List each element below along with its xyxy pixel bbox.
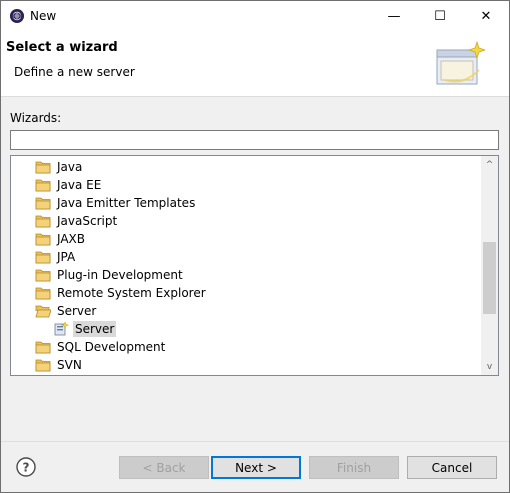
tree-item-category[interactable]: Java Emitter Templates (35, 194, 197, 212)
tree-item-category[interactable]: Java (35, 158, 84, 176)
tree-item-category[interactable]: Java EE (35, 176, 103, 194)
minimize-button[interactable]: — (371, 1, 417, 32)
svg-text:?: ? (23, 461, 30, 475)
page-description: Define a new server (14, 65, 135, 79)
tree-item-label: Java Emitter Templates (57, 196, 196, 210)
folder-icon (35, 268, 51, 282)
tree-item-server-wizard[interactable]: Server (53, 320, 117, 338)
cancel-button[interactable]: Cancel (407, 456, 497, 479)
tree-item-label: Java (57, 160, 83, 174)
back-button[interactable]: < Back (119, 456, 209, 479)
tree-item-label: JavaScript (57, 214, 118, 228)
folder-icon (35, 178, 51, 192)
tree-item-label: SVN (57, 358, 82, 372)
title-bar: New — ☐ ✕ (1, 1, 509, 32)
server-wizard-icon (53, 321, 70, 336)
tree-item-label: JPA (57, 250, 76, 264)
tree-item-label: Remote System Explorer (57, 286, 206, 300)
folder-icon (35, 286, 51, 300)
help-icon[interactable]: ? (16, 457, 36, 477)
next-button[interactable]: Next > (211, 456, 301, 479)
tree-item-label: Plug-in Development (57, 268, 183, 282)
folder-icon (35, 250, 51, 264)
finish-button[interactable]: Finish (309, 456, 399, 479)
tree-item-category[interactable]: JPA (35, 248, 77, 266)
folder-open-icon (35, 304, 52, 318)
scroll-down-button[interactable]: v (481, 358, 498, 375)
tree-item-category[interactable]: SQL Development (35, 338, 167, 356)
dialog-window: New — ☐ ✕ Select a wizard Define a new s… (0, 0, 510, 493)
folder-icon (35, 340, 51, 354)
vertical-scrollbar[interactable]: ^ v (481, 156, 498, 375)
eclipse-icon (10, 9, 24, 23)
wizard-filter-input[interactable] (10, 130, 499, 150)
chevron-down-icon: v (486, 361, 493, 372)
chevron-up-icon: ^ (485, 159, 494, 170)
footer-separator (1, 441, 509, 442)
folder-icon (35, 358, 51, 372)
scroll-thumb[interactable] (483, 242, 496, 314)
tree-item-label: Server (57, 304, 97, 318)
scroll-up-button[interactable]: ^ (481, 156, 498, 173)
folder-icon (35, 160, 51, 174)
tree-item-category[interactable]: SVN (35, 356, 84, 374)
close-button[interactable]: ✕ (463, 1, 509, 32)
window-title: New (30, 9, 57, 23)
tree-item-category[interactable]: Server (35, 302, 98, 320)
folder-icon (35, 232, 51, 246)
wizards-label: Wizards: (10, 111, 62, 125)
tree-item-category[interactable]: JAXB (35, 230, 87, 248)
maximize-icon: ☐ (434, 9, 446, 24)
tree-item-category[interactable]: Remote System Explorer (35, 284, 208, 302)
folder-icon (35, 196, 51, 210)
maximize-button[interactable]: ☐ (417, 1, 463, 32)
tree-item-label: JAXB (57, 232, 85, 246)
tree-item-label: SQL Development (57, 340, 166, 354)
folder-icon (35, 214, 51, 228)
close-icon: ✕ (480, 9, 492, 24)
wizard-banner-icon (436, 40, 485, 85)
wizard-header: Select a wizard Define a new server (1, 32, 509, 97)
wizard-tree[interactable]: Java Java EE Java Emitter Templates JavaScr… (10, 155, 499, 376)
tree-item-label: Java EE (57, 178, 102, 192)
tree-item-category[interactable]: Plug-in Development (35, 266, 185, 284)
page-title: Select a wizard (6, 40, 118, 55)
tree-item-label: Server (73, 321, 117, 337)
tree-item-category[interactable]: JavaScript (35, 212, 119, 230)
minimize-icon: — (387, 9, 401, 24)
